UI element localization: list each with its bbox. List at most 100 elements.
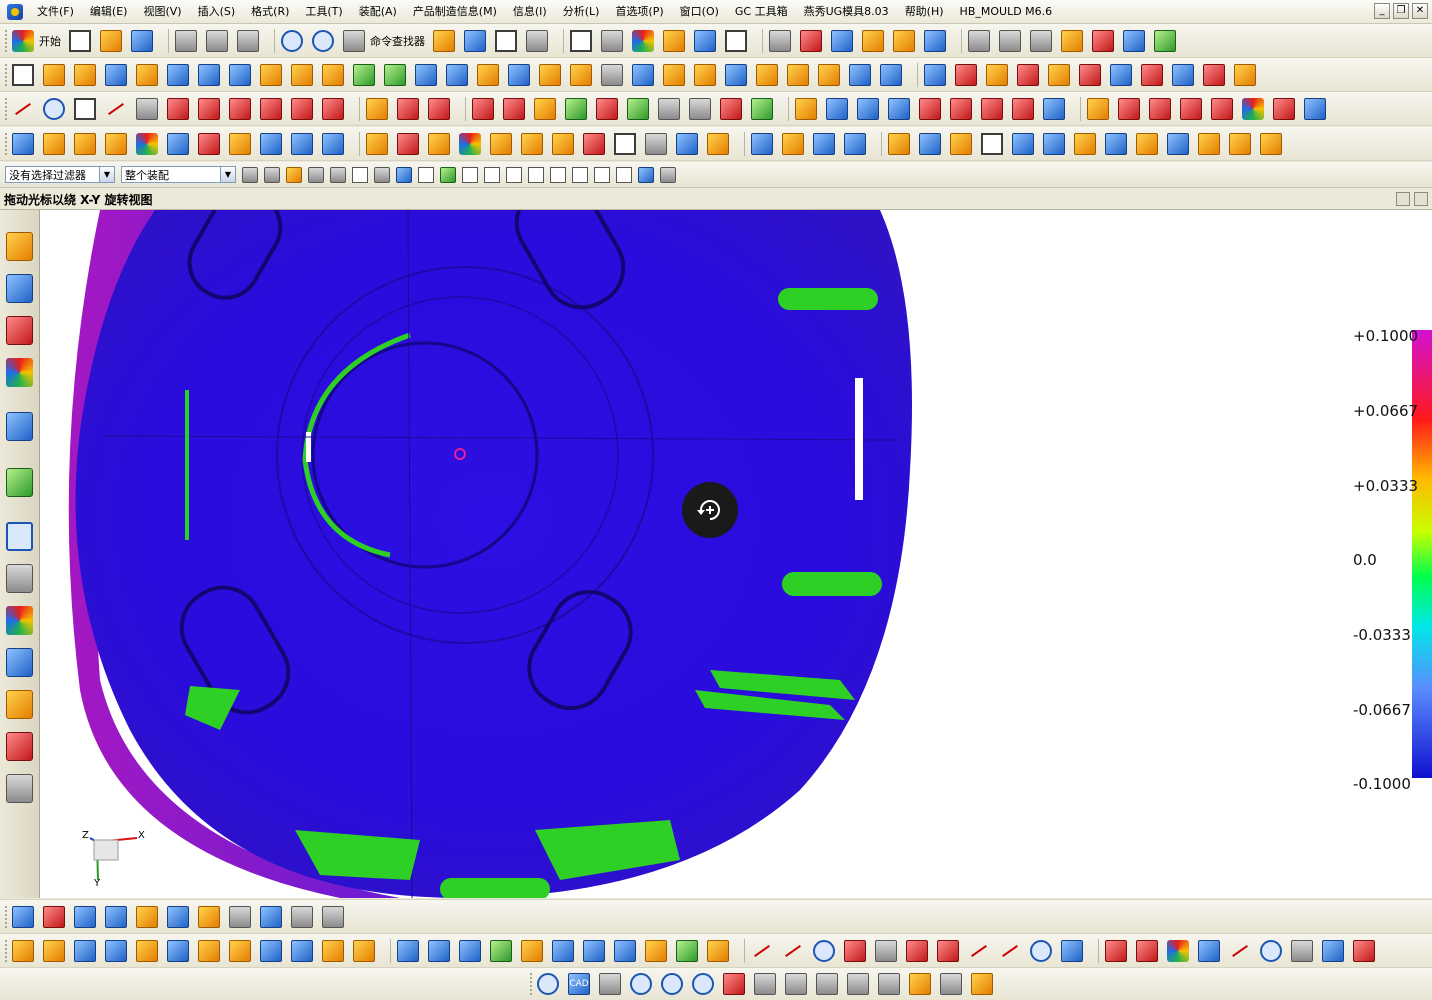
snap-view-icon[interactable] <box>74 905 96 928</box>
chevron-down-icon[interactable]: ▼ <box>99 167 114 182</box>
snap-endpoint-icon[interactable] <box>462 166 478 183</box>
type-filter-dropdown[interactable]: 没有选择过滤器 ▼ <box>5 166 115 183</box>
cad-tool-1-icon[interactable] <box>537 973 559 995</box>
mold-pin-icon[interactable] <box>645 132 667 155</box>
mold-screw-icon[interactable] <box>782 132 804 155</box>
mold-square-icon[interactable] <box>950 132 972 155</box>
annotation-style-icon[interactable] <box>322 905 344 928</box>
rectangle-icon[interactable] <box>74 97 96 120</box>
mold-bolt-icon[interactable] <box>813 132 835 155</box>
select-pointer-icon[interactable] <box>526 29 548 52</box>
save-icon[interactable] <box>131 29 153 52</box>
pattern-icon[interactable] <box>446 63 468 86</box>
standard-part-15-icon[interactable] <box>459 939 481 962</box>
select-face-icon[interactable] <box>396 166 412 183</box>
reference-set-icon[interactable] <box>924 29 946 52</box>
untrim-icon[interactable] <box>1180 97 1202 120</box>
mold-grid-icon[interactable] <box>1198 132 1220 155</box>
divide-curve-icon[interactable] <box>428 97 450 120</box>
start-button[interactable]: 开始 <box>39 33 61 49</box>
select-body-icon[interactable] <box>374 166 390 183</box>
draft-analysis-icon[interactable] <box>1061 29 1083 52</box>
mold-dimension-icon[interactable] <box>751 132 773 155</box>
bottom-tool-4-icon[interactable] <box>937 939 959 962</box>
text-icon[interactable] <box>136 97 158 120</box>
move-face-icon[interactable] <box>849 63 871 86</box>
mold-spring-icon[interactable] <box>1229 132 1251 155</box>
mold-box-icon[interactable] <box>74 132 96 155</box>
color-palette-icon[interactable] <box>632 29 654 52</box>
face-analysis-icon[interactable] <box>1242 97 1264 120</box>
graphics-viewport[interactable]: +0.1000 +0.0667 +0.0333 0.0 -0.0333 -0.0… <box>40 210 1432 898</box>
hide-show-icon[interactable] <box>663 29 685 52</box>
standard-part-16-icon[interactable] <box>490 939 512 962</box>
standard-part-21-icon[interactable] <box>645 939 667 962</box>
mold-list-icon[interactable] <box>1260 132 1282 155</box>
annotation-text-icon[interactable] <box>260 905 282 928</box>
wcs-icon[interactable] <box>800 29 822 52</box>
trim-curve-icon[interactable] <box>397 97 419 120</box>
standard-part-8-icon[interactable] <box>229 939 251 962</box>
bottom-tool-9-icon[interactable] <box>1105 939 1127 962</box>
toolbar-grip[interactable] <box>5 905 8 928</box>
palette-icon[interactable] <box>6 774 33 803</box>
extension-icon[interactable] <box>981 97 1003 120</box>
snap-any-point-icon[interactable] <box>418 166 434 183</box>
bottom-tool-16-icon[interactable] <box>1322 939 1344 962</box>
mold-split-icon[interactable] <box>43 132 65 155</box>
intersect-curve-icon[interactable] <box>260 97 282 120</box>
standard-part-19-icon[interactable] <box>583 939 605 962</box>
menu-tools[interactable]: 工具(T) <box>297 1 350 23</box>
snap-point-toggle-icon[interactable] <box>308 166 324 183</box>
command-finder-icon[interactable] <box>343 29 365 52</box>
snap-settings-icon[interactable] <box>660 166 676 183</box>
menu-yanxiu-mold[interactable]: 燕秀UG模具8.03 <box>796 1 897 23</box>
slider-icon[interactable] <box>1079 63 1101 86</box>
cad-tool-9-icon[interactable] <box>816 973 838 995</box>
revolve-icon[interactable] <box>74 63 96 86</box>
extrude-icon[interactable] <box>43 63 65 86</box>
offset-surface-icon[interactable] <box>1043 97 1065 120</box>
mold-angle-icon[interactable] <box>1167 132 1189 155</box>
standard-part-14-icon[interactable] <box>428 939 450 962</box>
standard-part-2-icon[interactable] <box>43 939 65 962</box>
cad-tool-10-icon[interactable] <box>847 973 869 995</box>
mold-eraser-icon[interactable] <box>521 132 543 155</box>
mold-update-icon[interactable] <box>366 132 388 155</box>
hd3d-tools-icon[interactable] <box>6 412 33 441</box>
n-sided-icon[interactable] <box>888 97 910 120</box>
delete-face-icon[interactable] <box>818 63 840 86</box>
reuse-library-icon[interactable] <box>6 358 33 387</box>
cooling-icon[interactable] <box>1172 63 1194 86</box>
curve-mesh-icon[interactable] <box>826 97 848 120</box>
law-extension-icon[interactable] <box>1012 97 1034 120</box>
studio-surface-icon[interactable] <box>919 97 941 120</box>
cone-icon[interactable] <box>167 63 189 86</box>
layer-move-icon[interactable] <box>105 905 127 928</box>
snap-existing-point-icon[interactable] <box>440 166 456 183</box>
minimize-button[interactable]: _ <box>1374 3 1390 19</box>
parting-icon[interactable] <box>955 63 977 86</box>
line-icon[interactable] <box>12 98 34 120</box>
standard-part-7-icon[interactable] <box>198 939 220 962</box>
snap-bounded-grid-icon[interactable] <box>638 166 654 183</box>
mold-measure-icon[interactable] <box>676 132 698 155</box>
reset-filter-icon[interactable] <box>330 166 346 183</box>
undo-icon[interactable] <box>281 29 303 52</box>
bounded-plane-icon[interactable] <box>1087 97 1109 120</box>
cad-tool-2-icon[interactable] <box>599 973 621 995</box>
cylinder-icon[interactable] <box>136 63 158 86</box>
reflection-icon[interactable] <box>1273 97 1295 120</box>
edit-curve-icon[interactable] <box>366 97 388 120</box>
mirror-icon[interactable] <box>415 63 437 86</box>
select-assembly-icon[interactable] <box>242 166 258 183</box>
mold-text-icon[interactable] <box>12 132 34 155</box>
cad-tool-6-icon[interactable] <box>723 973 745 995</box>
copy-icon[interactable] <box>206 29 228 52</box>
magic-wand-icon[interactable] <box>433 29 455 52</box>
m-icon[interactable] <box>720 97 742 120</box>
cad-button[interactable]: CAD <box>568 973 590 995</box>
start-icon[interactable] <box>12 29 34 52</box>
toolbar-grip[interactable] <box>5 63 8 86</box>
replace-face-icon[interactable] <box>787 63 809 86</box>
